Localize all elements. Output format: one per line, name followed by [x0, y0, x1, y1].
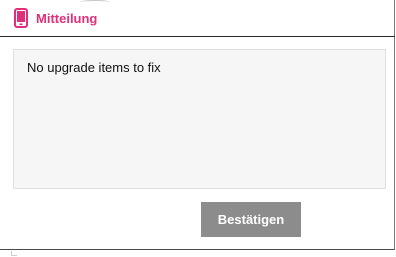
dialog-title: Mitteilung	[36, 11, 98, 26]
mobile-phone-icon	[14, 8, 28, 28]
background-window-corner	[11, 251, 17, 256]
message-dialog: Mitteilung No upgrade items to fix Bestä…	[0, 0, 395, 250]
confirm-button[interactable]: Bestätigen	[201, 202, 301, 237]
message-panel: No upgrade items to fix	[13, 49, 386, 189]
message-text: No upgrade items to fix	[27, 60, 161, 75]
dialog-header: Mitteilung	[0, 0, 395, 37]
